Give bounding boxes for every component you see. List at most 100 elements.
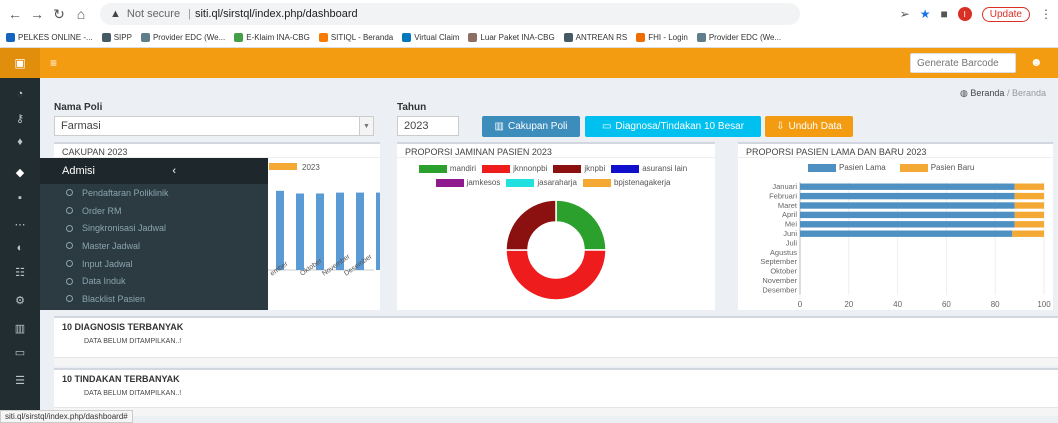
legend-swatch	[506, 179, 535, 187]
bookmark-item[interactable]: Luar Paket INA-CBG	[468, 33, 555, 43]
download-icon: ⇩	[776, 121, 785, 132]
bookmark-item[interactable]: Provider EDC (We...	[140, 33, 225, 43]
menu-item[interactable]: Singkronisasi Jadwal	[40, 219, 268, 237]
home-icon[interactable]: ⌂	[72, 5, 90, 23]
forward-icon[interactable]: →	[28, 5, 46, 23]
jaminan-title: PROPORSI JAMINAN PASIEN 2023	[397, 144, 715, 158]
legend-item: jasaraharja	[506, 177, 577, 189]
key-icon[interactable]: ⚷	[0, 108, 40, 128]
bookmark-item[interactable]: SIPP	[101, 33, 132, 43]
tahun-input[interactable]: 2023	[397, 116, 459, 136]
bookmark-icon	[563, 33, 573, 43]
dashboard-icon[interactable]: ◔	[0, 84, 40, 104]
medkit-icon[interactable]: ▪	[0, 188, 40, 208]
menu-item[interactable]: Input Jadwal	[40, 255, 268, 273]
bar-segment	[1014, 192, 1044, 200]
tab-icon[interactable]: ■	[941, 7, 948, 21]
admisi-menu-header[interactable]: Admisi ‹	[40, 158, 268, 184]
tindakan-panel: 10 TINDAKAN TERBANYAK DATA BELUM DITAMPI…	[54, 368, 1058, 416]
users-icon[interactable]: ☷	[0, 262, 40, 282]
bookmark-icon	[234, 33, 244, 43]
y-tick-label: Maret	[778, 201, 798, 210]
bookmark-item[interactable]: E-Klaim INA-CBG	[234, 33, 310, 43]
profile-avatar[interactable]: I	[957, 7, 972, 21]
reload-icon[interactable]: ↻	[50, 5, 68, 23]
jaminan-legend: mandiri jknnonpbi jknpbi asuransi lain jamke…	[397, 158, 715, 191]
logo-icon[interactable]: ▣	[0, 48, 40, 78]
bar-segment	[800, 230, 1013, 237]
proporsi-panel: PROPORSI PASIEN LAMA DAN BARU 2023 Pasie…	[738, 142, 1053, 310]
bar	[296, 193, 304, 270]
y-tick-label: Februari	[769, 191, 797, 200]
poli-select[interactable]: Farmasi ▼	[54, 116, 374, 136]
circle-icon	[66, 189, 73, 197]
stethoscope-icon[interactable]: ♦	[0, 132, 40, 152]
menu-item[interactable]: Data Induk	[40, 272, 268, 290]
admisi-icon[interactable]: ◆	[0, 162, 40, 182]
bar-segment	[800, 202, 1015, 209]
send-icon[interactable]: ➢	[900, 7, 910, 21]
legend-label: bpjstenagakerja	[613, 178, 671, 187]
cakupan-poli-button[interactable]: ▥ Cakupan Poli	[482, 116, 580, 137]
x-tick-label: 0	[798, 300, 803, 309]
menu-dots-icon[interactable]: ⋮	[1040, 7, 1052, 21]
legend-label: asuransi lain	[642, 164, 688, 173]
poli-label: Nama Poli	[54, 102, 103, 113]
bookmarks-bar: PELKES ONLINE -... SIPP Provider EDC (We..…	[0, 28, 1058, 48]
bookmark-icon	[101, 33, 111, 43]
bar-segment	[1014, 202, 1044, 209]
menu-item[interactable]: Master Jadwal	[40, 237, 268, 255]
proporsi-chart: 0 20 40 60 80 100 JanuariFebruariMaretAprilMei…	[760, 182, 1051, 309]
star-icon[interactable]: ★	[920, 7, 931, 21]
bookmark-item[interactable]: SITIQL - Beranda	[318, 33, 393, 43]
horizontal-scrollbar[interactable]	[54, 357, 1058, 366]
legend-label: jamkesos	[466, 178, 501, 187]
list-icon[interactable]: ☰	[0, 370, 40, 390]
chart-icon[interactable]: ▥	[0, 318, 40, 338]
user-icon[interactable]: ☻	[1030, 55, 1043, 69]
chevron-down-icon: ▼	[359, 117, 373, 135]
legend-swatch	[899, 163, 928, 172]
legend-item: jamkesos	[435, 177, 501, 189]
bookmark-icon	[468, 33, 478, 43]
horizontal-scrollbar[interactable]	[54, 407, 1058, 416]
update-button[interactable]: Update	[981, 6, 1030, 22]
menu-item[interactable]: Order RM	[40, 202, 268, 220]
bookmark-item[interactable]: Provider EDC (We...	[696, 33, 781, 43]
jaminan-panel: PROPORSI JAMINAN PASIEN 2023 mandiri jknn…	[397, 142, 715, 310]
menu-item[interactable]: Pendaftaran Poliklinik	[40, 184, 268, 202]
menu-item[interactable]: Blacklist Pasien	[40, 290, 268, 308]
bar-segment	[800, 221, 1015, 228]
bookmark-item[interactable]: Virtual Claim	[402, 33, 459, 43]
legend-swatch	[418, 165, 447, 173]
more-icon[interactable]: ⋯	[0, 214, 40, 234]
breadcrumb-home[interactable]: Beranda	[970, 88, 1004, 98]
cakupan-title: CAKUPAN 2023	[54, 144, 380, 158]
address-bar[interactable]: ▲ Not secure | siti.ql/sirstql/index.php…	[100, 3, 800, 25]
bookmark-item[interactable]: FHI - Login	[636, 33, 688, 43]
unduh-data-button[interactable]: ⇩ Unduh Data	[765, 116, 853, 137]
toggle-icon[interactable]: ◐	[0, 238, 40, 258]
y-tick-label: Oktober	[770, 267, 797, 276]
diagnosa-button[interactable]: ▭ Diagnosa/Tindakan 10 Besar	[585, 116, 761, 137]
legend-item: jknnonpbi	[482, 163, 547, 175]
bookmark-item[interactable]: ANTREAN RS	[563, 33, 627, 43]
bar-segment	[800, 192, 1015, 200]
breadcrumb: ◍ Beranda / Beranda	[960, 88, 1046, 98]
jaminan-chart	[505, 199, 607, 301]
legend-item: Pasien Lama	[808, 163, 886, 172]
legend-item: bpjstenagakerja	[582, 177, 671, 189]
legend-item: Pasien Baru	[899, 163, 974, 172]
hamburger-icon[interactable]: ≡	[50, 56, 57, 70]
bookmark-icon	[318, 33, 328, 43]
y-tick-label: Desember	[762, 285, 797, 294]
bar-segment	[800, 183, 1015, 190]
monitor-icon[interactable]: ▭	[0, 342, 40, 362]
bicycle-icon[interactable]: ⚙	[0, 290, 40, 310]
barcode-input[interactable]	[910, 53, 1016, 73]
breadcrumb-current: Beranda	[1011, 88, 1046, 98]
bookmark-item[interactable]: PELKES ONLINE -...	[6, 33, 93, 43]
sidebar: ◔ ⚷ ♦ ◆ ▪ ⋯ ◐ ☷ ⚙ ▥ ▭ ☰	[0, 78, 40, 423]
proporsi-legend: Pasien Lama Pasien Baru	[738, 158, 1053, 175]
back-icon[interactable]: ←	[6, 5, 24, 23]
